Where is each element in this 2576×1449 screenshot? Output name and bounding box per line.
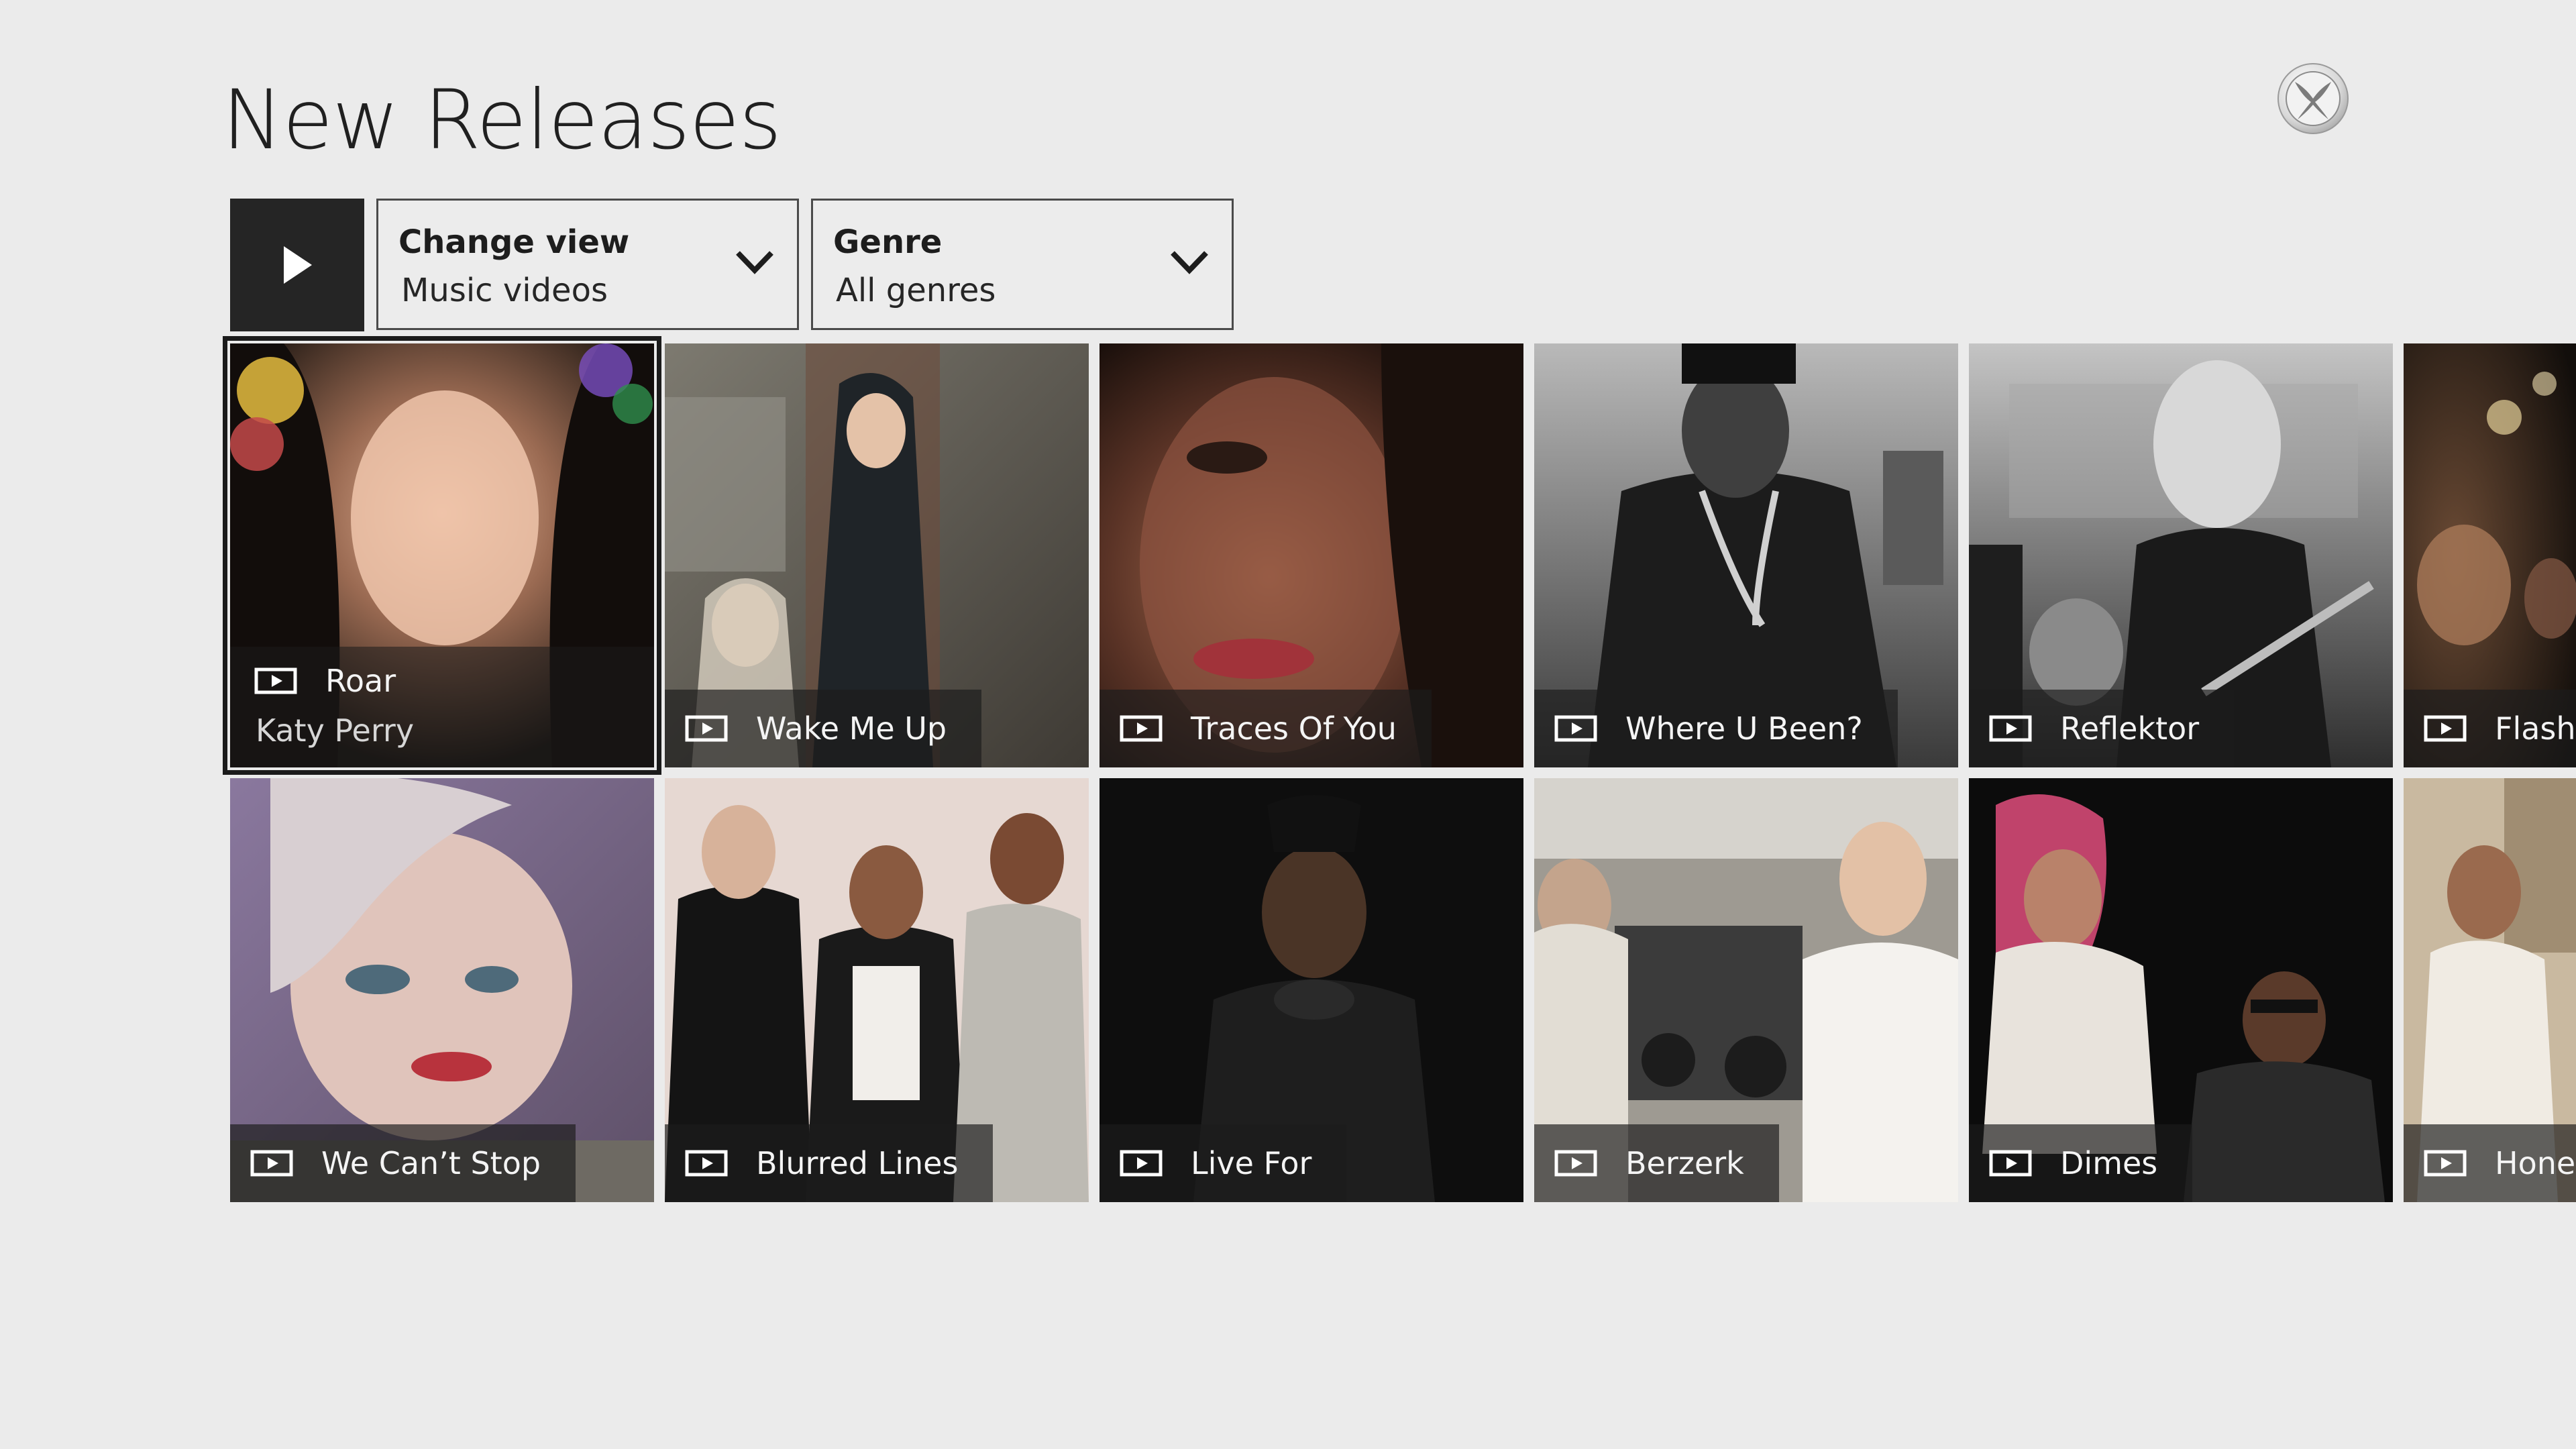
video-icon (685, 1150, 728, 1177)
video-title: We Can’t Stop (321, 1145, 541, 1181)
play-icon (284, 246, 312, 284)
video-icon (1989, 715, 2032, 742)
genre-value: All genres (836, 272, 996, 309)
video-title: Wake Me Up (756, 710, 947, 747)
video-title: Berzerk (1625, 1145, 1744, 1181)
video-icon (254, 667, 297, 694)
page-title: New Releases (222, 72, 782, 168)
video-title: Reflektor (2060, 710, 2200, 747)
chevron-down-icon (1171, 251, 1208, 274)
video-icon (1554, 1150, 1597, 1177)
video-title: Blurred Lines (756, 1145, 959, 1181)
video-icon (250, 1150, 293, 1177)
change-view-label: Change view (398, 223, 630, 261)
tile-caption: Wake Me Up (665, 690, 982, 767)
change-view-value: Music videos (401, 272, 608, 309)
tile-caption: Traces Of You (1099, 690, 1432, 767)
video-artist: Katy Perry (256, 712, 415, 749)
tile-caption: We Can’t Stop (230, 1124, 576, 1202)
video-tile-traces-of-you[interactable]: Traces Of You (1099, 343, 1523, 767)
tile-caption: Where U Been? (1534, 690, 1898, 767)
video-title: Hones (2495, 1145, 2576, 1181)
tile-caption: Berzerk (1534, 1124, 1779, 1202)
video-tile-wake-me-up[interactable]: Wake Me Up (665, 343, 1089, 767)
video-title: Roar (325, 663, 396, 699)
chevron-down-icon (736, 251, 773, 274)
video-tile-roar[interactable]: Roar Katy Perry (223, 336, 661, 775)
video-tile-blurred-lines[interactable]: Blurred Lines (665, 778, 1089, 1202)
video-tile-flashb[interactable]: Flashb (2404, 343, 2576, 767)
video-title: Flashb (2495, 710, 2576, 747)
video-title: Dimes (2060, 1145, 2158, 1181)
video-tile-hones[interactable]: Hones (2404, 778, 2576, 1202)
tile-caption: Dimes (1969, 1124, 2193, 1202)
video-icon (2424, 715, 2467, 742)
xbox-logo-icon (2277, 63, 2349, 134)
tile-caption: Roar Katy Perry (230, 647, 654, 767)
video-icon (1989, 1150, 2032, 1177)
tile-caption: Reflektor (1969, 690, 2235, 767)
video-title: Where U Been? (1625, 710, 1863, 747)
tile-caption: Flashb (2404, 690, 2576, 767)
tile-caption: Hones (2404, 1124, 2576, 1202)
video-icon (2424, 1150, 2467, 1177)
change-view-dropdown[interactable]: Change view Music videos (376, 199, 799, 330)
tile-caption: Blurred Lines (665, 1124, 994, 1202)
genre-dropdown[interactable]: Genre All genres (811, 199, 1234, 330)
video-tile-dimes[interactable]: Dimes (1969, 778, 2393, 1202)
video-tile-reflektor[interactable]: Reflektor (1969, 343, 2393, 767)
video-tile-where-u-been[interactable]: Where U Been? (1534, 343, 1958, 767)
video-tile-live-for[interactable]: Live For (1099, 778, 1523, 1202)
video-icon (1120, 715, 1163, 742)
video-tile-berzerk[interactable]: Berzerk (1534, 778, 1958, 1202)
video-tile-we-cant-stop[interactable]: We Can’t Stop (230, 778, 654, 1202)
video-title: Live For (1191, 1145, 1312, 1181)
tile-caption: Live For (1099, 1124, 1347, 1202)
play-all-button[interactable] (230, 199, 364, 331)
video-icon (685, 715, 728, 742)
video-icon (1554, 715, 1597, 742)
video-icon (1120, 1150, 1163, 1177)
video-title: Traces Of You (1191, 710, 1397, 747)
genre-label: Genre (833, 223, 943, 261)
